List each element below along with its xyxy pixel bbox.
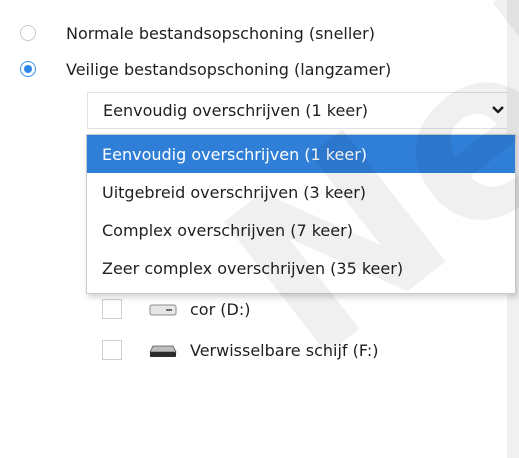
radio-normal-cleanup[interactable]: Normale bestandsopschoning (sneller) <box>20 21 375 45</box>
overwrite-method-value: Eenvoudig overschrijven (1 keer) <box>103 101 369 120</box>
settings-panel: Normale bestandsopschoning (sneller) Vei… <box>0 0 519 458</box>
overwrite-method-select[interactable]: Eenvoudig overschrijven (1 keer) <box>87 92 516 129</box>
radio-secure-label: Veilige bestandsopschoning (langzamer) <box>66 59 392 79</box>
dropdown-option-7x[interactable]: Complex overschrijven (7 keer) <box>87 211 515 249</box>
drive-d-checkbox[interactable] <box>102 299 122 319</box>
drive-f-label: Verwisselbare schijf (F:) <box>190 340 379 360</box>
drive-row-f[interactable]: Verwisselbare schijf (F:) <box>102 337 378 363</box>
radio-normal-label: Normale bestandsopschoning (sneller) <box>66 23 375 43</box>
radio-normal-indicator[interactable] <box>20 25 36 41</box>
drive-row-d[interactable]: cor (D:) <box>102 296 250 322</box>
radio-secure-indicator[interactable] <box>20 61 36 77</box>
dropdown-option-1x[interactable]: Eenvoudig overschrijven (1 keer) <box>87 135 515 173</box>
drive-f-checkbox[interactable] <box>102 340 122 360</box>
removable-drive-icon <box>149 345 177 357</box>
dropdown-option-3x[interactable]: Uitgebreid overschrijven (3 keer) <box>87 173 515 211</box>
chevron-down-icon[interactable] <box>490 102 506 118</box>
drive-icon <box>149 304 177 316</box>
overwrite-method-dropdown: Eenvoudig overschrijven (1 keer) Uitgebr… <box>86 134 516 294</box>
radio-secure-cleanup[interactable]: Veilige bestandsopschoning (langzamer) <box>20 57 391 81</box>
drive-d-label: cor (D:) <box>190 299 251 319</box>
dropdown-option-35x[interactable]: Zeer complex overschrijven (35 keer) <box>87 249 515 287</box>
